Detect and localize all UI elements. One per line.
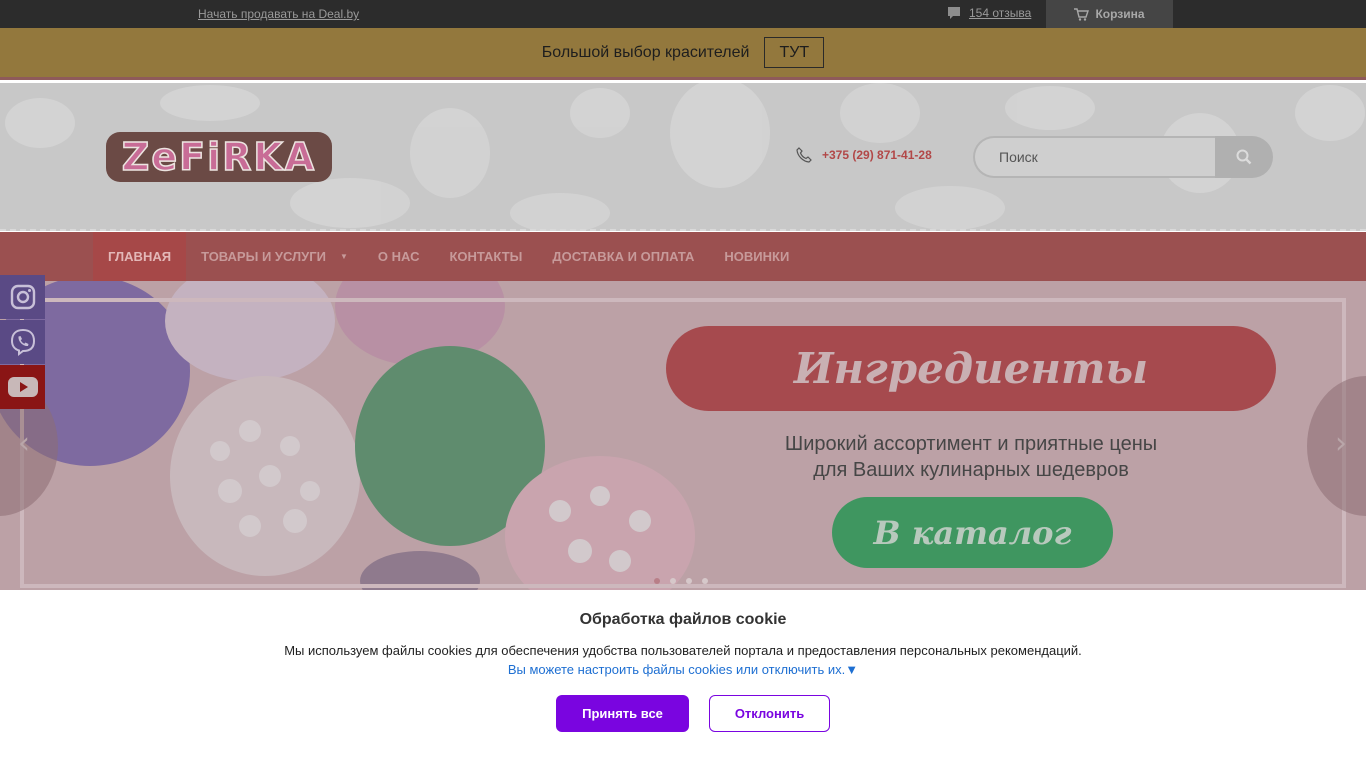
cart-icon [1074,7,1090,21]
reviews-count: 154 отзыва [969,6,1032,20]
promo-bar: Большой выбор красителей ТУТ [0,28,1366,80]
search-form [973,136,1273,178]
nav-item-label: Новинки [724,249,790,264]
cart-button[interactable]: Корзина [1046,0,1173,28]
decline-button[interactable]: Отклонить [709,695,830,732]
viber-icon [10,328,35,356]
slider-dots [654,578,708,584]
nav-item-products[interactable]: Товары и услуги ▼ [186,232,363,281]
search-icon [1236,149,1252,165]
hero-subtitle-line1: Широкий ассортимент и приятные цены [784,433,1158,455]
viber-button[interactable] [0,320,45,364]
cookie-text: Мы используем файлы cookies для обеспече… [284,643,1082,658]
header-divider [0,229,1366,232]
chevron-right-icon: › [1335,426,1347,461]
phone-number[interactable]: +375 (29) 871-41-28 [796,147,932,163]
site-header: ZeFiRKA +375 (29) 871-41-28 [0,83,1366,231]
main-nav: Главная Товары и услуги ▼ О нас Контакты … [0,232,1366,281]
hero-subtitle-line2: для Ваших кулинарных шедевров [813,459,1129,481]
instagram-button[interactable] [0,275,45,319]
slider-dot[interactable] [686,578,692,584]
phone-text: +375 (29) 871-41-28 [822,148,932,162]
catalog-button[interactable]: В каталог [832,497,1113,568]
svg-text:ZeFiRKA: ZeFiRKA [122,135,316,179]
slider-dot[interactable] [654,578,660,584]
chevron-left-icon: ‹ [18,426,30,461]
slider-dot[interactable] [670,578,676,584]
promo-button[interactable]: ТУТ [764,37,825,68]
catalog-button-label: В каталог [873,513,1072,552]
nav-item-label: Главная [108,249,172,264]
cookie-settings-link[interactable]: Вы можете настроить файлы cookies или от… [0,662,1366,677]
hero-slider: Ингредиенты Широкий ассортимент и приятн… [0,281,1366,591]
youtube-button[interactable] [0,365,45,409]
phone-icon [796,147,812,163]
reviews-link[interactable]: 154 отзыва [947,6,1031,20]
cart-label: Корзина [1095,7,1145,21]
nav-item-contacts[interactable]: Контакты [434,232,537,281]
search-button[interactable] [1215,136,1273,178]
nav-item-label: О нас [377,249,420,264]
nav-item-about[interactable]: О нас [363,232,435,281]
nav-item-label: Товары и услуги [201,249,326,264]
comment-icon [948,7,960,19]
hero-title-pill: Ингредиенты [666,326,1276,411]
search-input[interactable] [973,136,1217,178]
nav-item-label: Контакты [449,249,523,264]
top-bar: Начать продавать на Deal.by 154 отзыва К… [0,0,1366,28]
nav-item-label: Доставка и оплата [552,249,695,264]
cookie-title: Обработка файлов cookie [579,611,787,628]
cookie-banner: Обработка файлов cookie Мы используем фа… [0,590,1366,768]
slider-dot[interactable] [702,578,708,584]
chevron-down-icon[interactable]: ▼ [340,252,348,261]
accept-all-button[interactable]: Принять все [556,695,689,732]
instagram-icon [10,284,35,310]
youtube-icon [7,377,38,397]
nav-item-delivery[interactable]: Доставка и оплата [537,232,709,281]
nav-item-new[interactable]: Новинки [709,232,804,281]
nav-item-home[interactable]: Главная [93,232,187,281]
hero-title: Ингредиенты [793,344,1149,393]
zefirka-logo[interactable]: ZeFiRKA [104,126,334,186]
start-selling-link[interactable]: Начать продавать на Deal.by [198,7,359,21]
promo-text: Большой выбор красителей [541,43,750,61]
